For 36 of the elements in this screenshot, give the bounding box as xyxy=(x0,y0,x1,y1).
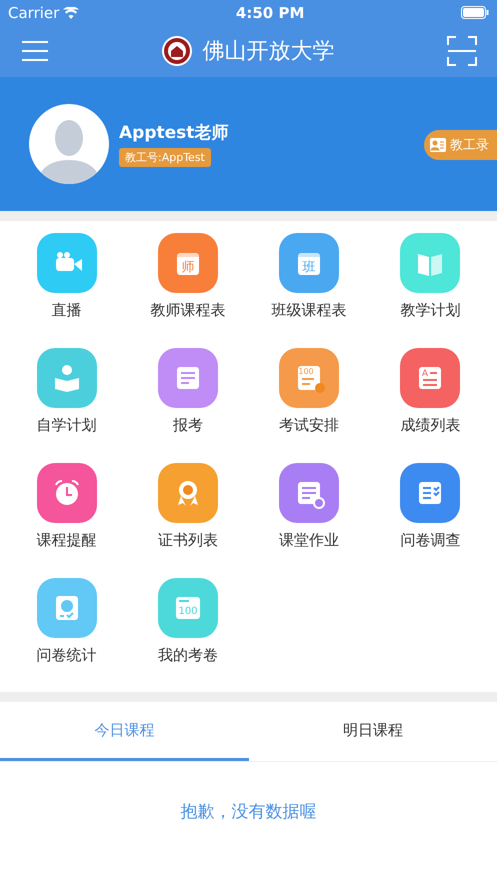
camera-icon[interactable] xyxy=(36,233,97,293)
reader-icon[interactable] xyxy=(36,348,97,408)
clock-icon[interactable] xyxy=(36,463,97,523)
menu-label[interactable]: 直播 xyxy=(52,301,82,320)
contact-card-icon xyxy=(430,138,446,152)
app-title: 佛山开放大学 xyxy=(202,38,334,66)
carrier-label: Carrier xyxy=(8,4,60,22)
scan-icon[interactable] xyxy=(447,36,477,66)
menu-label[interactable]: 课程提醒 xyxy=(36,531,97,550)
survey-icon[interactable] xyxy=(400,463,460,523)
menu-label[interactable]: 证书列表 xyxy=(158,531,218,550)
menu-label[interactable]: 考试安排 xyxy=(279,416,340,435)
teacher-name: Apptest老师 xyxy=(119,122,228,144)
menu-label[interactable]: 教师课程表 xyxy=(150,301,226,320)
chart-icon[interactable] xyxy=(36,578,97,638)
battery-icon xyxy=(460,6,489,19)
menu-label[interactable]: 课堂作业 xyxy=(279,531,340,550)
menu-label[interactable]: 报考 xyxy=(172,416,203,435)
menu-label[interactable]: 我的考卷 xyxy=(158,646,218,665)
staff-id: 教工号:AppTest xyxy=(119,148,211,167)
menu-label[interactable]: 教学计划 xyxy=(400,301,460,320)
book-icon[interactable] xyxy=(400,233,460,293)
form-icon[interactable] xyxy=(158,348,218,408)
menu-label[interactable]: 自学计划 xyxy=(36,416,97,435)
menu-icon[interactable] xyxy=(22,41,48,61)
emblem-icon xyxy=(160,35,192,67)
homework-icon[interactable] xyxy=(279,463,340,523)
course-tab[interactable]: 明日课程 xyxy=(248,702,497,761)
menu-label[interactable]: 成绩列表 xyxy=(400,416,460,435)
menu-label[interactable]: 班级课程表 xyxy=(272,301,347,320)
menu-label[interactable]: 问卷统计 xyxy=(36,646,97,665)
award-icon[interactable] xyxy=(158,463,218,523)
status-time: 4:50 PM xyxy=(236,4,304,22)
wifi-icon xyxy=(63,6,80,18)
empty-message: 抱歉，没有数据喔 xyxy=(180,801,316,823)
menu-label[interactable]: 问卷调查 xyxy=(400,531,460,550)
